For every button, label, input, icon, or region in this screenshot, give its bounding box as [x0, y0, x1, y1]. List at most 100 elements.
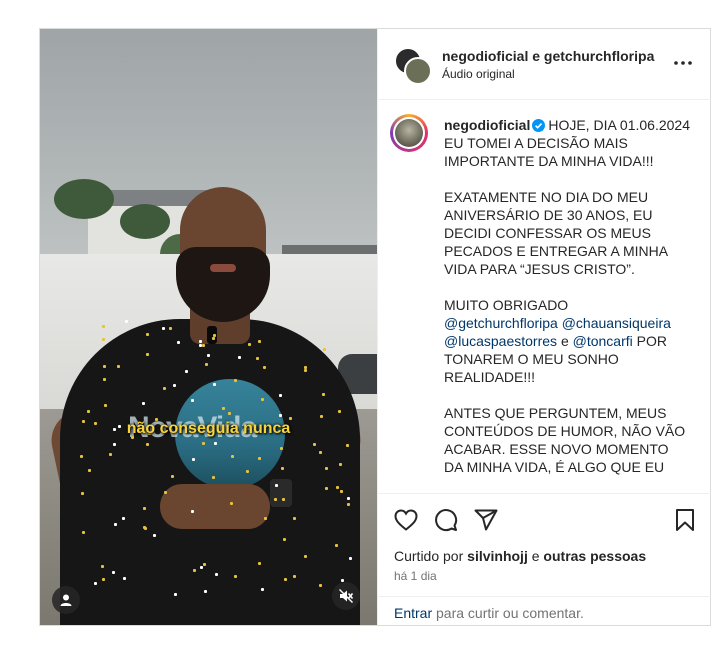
- video-person-mouth: [210, 264, 236, 272]
- heart-icon: [394, 509, 418, 531]
- confetti-speck: [321, 393, 325, 397]
- confetti-speck: [173, 383, 177, 387]
- confetti-speck: [121, 516, 125, 520]
- confetti-speck: [173, 592, 177, 596]
- confetti-speck: [238, 355, 242, 359]
- confetti-speck: [339, 489, 343, 493]
- confetti-speck: [280, 446, 284, 450]
- confetti-speck: [192, 569, 196, 573]
- confetti-speck: [233, 574, 237, 578]
- confetti-speck: [336, 485, 340, 489]
- mute-icon: [339, 589, 354, 603]
- confetti-speck: [245, 470, 249, 474]
- confetti-speck: [101, 565, 105, 569]
- confetti-speck: [281, 498, 285, 502]
- comment-button[interactable]: [432, 506, 460, 534]
- confetti-speck: [201, 344, 205, 348]
- confetti-speck: [257, 340, 261, 344]
- confetti-speck: [142, 526, 146, 530]
- confetti-speck: [199, 566, 203, 570]
- audio-label[interactable]: Áudio original: [442, 67, 515, 81]
- confetti-speck: [261, 588, 265, 592]
- video-player[interactable]: NovaVida não conseguia nunca: [40, 29, 377, 625]
- mention-link[interactable]: @lucaspaestorres: [444, 333, 557, 349]
- collab-avatars[interactable]: [394, 47, 432, 85]
- mention-link[interactable]: @getchurchfloripa: [444, 315, 558, 331]
- confetti-speck: [346, 443, 350, 447]
- confetti-speck: [86, 409, 90, 413]
- like-button[interactable]: [392, 506, 420, 534]
- post-authors[interactable]: negodioficial e getchurchfloripa: [442, 48, 654, 64]
- mention-link[interactable]: @toncarfi: [573, 333, 633, 349]
- confetti-speck: [93, 581, 97, 585]
- confetti-speck: [347, 496, 351, 500]
- comment-icon: [435, 509, 458, 532]
- confetti-speck: [283, 577, 287, 581]
- mention-link[interactable]: @chauansiqueira: [562, 315, 671, 331]
- post-side-panel: negodioficial e getchurchfloripa Áudio o…: [377, 29, 711, 625]
- verified-badge-icon: [532, 119, 546, 132]
- liked-and: e: [531, 548, 540, 564]
- login-link[interactable]: Entrar: [394, 605, 432, 621]
- confetti-speck: [142, 401, 146, 405]
- confetti-speck: [102, 324, 106, 328]
- confetti-speck: [214, 572, 218, 576]
- confetti-speck: [123, 576, 126, 580]
- share-button[interactable]: [472, 506, 500, 534]
- confetti-speck: [116, 365, 120, 369]
- confetti-speck: [227, 411, 231, 415]
- confetti-speck: [190, 398, 194, 402]
- confetti-speck: [170, 474, 174, 478]
- more-options-button[interactable]: [671, 51, 695, 75]
- user-icon: [60, 594, 72, 606]
- post-actions: Curtido por silvinhojj e outras pessoas …: [378, 493, 711, 626]
- confetti-speck: [273, 497, 277, 501]
- post-card: NovaVida não conseguia nunca negodiofici…: [39, 28, 711, 626]
- comment-login-row: Entrar para curtir ou comentar.: [378, 596, 711, 627]
- caption-and: e: [560, 333, 569, 349]
- likes-summary: Curtido por silvinhojj e outras pessoas: [394, 548, 646, 564]
- confetti-speck: [145, 333, 149, 337]
- confetti-speck: [201, 442, 205, 445]
- liked-others[interactable]: outras pessoas: [543, 548, 646, 564]
- confetti-speck: [169, 326, 173, 330]
- confetti-speck: [348, 556, 352, 560]
- author-avatar[interactable]: [390, 114, 428, 152]
- confetti-speck: [318, 450, 322, 454]
- caption-p2: EXATAMENTE NO DIA DO MEU ANIVERSÁRIO DE …: [444, 189, 672, 277]
- confetti-speck: [280, 466, 284, 470]
- confetti-speck: [103, 377, 107, 381]
- smartwatch: [270, 479, 292, 507]
- confetti-speck: [213, 441, 217, 445]
- confetti-speck: [163, 491, 167, 495]
- mute-button[interactable]: [332, 582, 360, 610]
- liked-user[interactable]: silvinhojj: [467, 548, 528, 564]
- confetti-speck: [313, 442, 317, 446]
- confetti-speck: [279, 393, 283, 397]
- confetti-speck: [204, 362, 208, 366]
- avatar-image: [395, 119, 423, 147]
- save-button[interactable]: [671, 506, 699, 534]
- caption-p3-intro: MUITO OBRIGADO: [444, 297, 569, 313]
- confetti-speck: [258, 456, 262, 460]
- caption-username[interactable]: negodioficial: [444, 117, 530, 133]
- caption-area: negodioficial HOJE, DIA 01.06.2024 EU TOM…: [378, 100, 711, 493]
- confetti-speck: [101, 578, 105, 582]
- confetti-speck: [261, 397, 265, 401]
- post-timestamp[interactable]: há 1 dia: [394, 569, 437, 583]
- liked-prefix: Curtido por: [394, 548, 464, 564]
- confetti-speck: [335, 543, 339, 547]
- confetti-speck: [102, 364, 106, 368]
- video-palm: [54, 179, 114, 219]
- confetti-speck: [264, 517, 268, 521]
- post-caption: negodioficial HOJE, DIA 01.06.2024 EU TOM…: [444, 116, 690, 476]
- confetti-speck: [198, 340, 202, 344]
- confetti-speck: [191, 509, 195, 513]
- video-subtitle: não conseguia nunca: [126, 420, 291, 437]
- confetti-speck: [233, 379, 237, 383]
- avatar: [404, 57, 432, 85]
- confetti-speck: [324, 466, 328, 470]
- tagged-users-button[interactable]: [52, 586, 80, 614]
- confetti-speck: [125, 319, 129, 323]
- comment-hint: para curtir ou comentar.: [436, 605, 584, 621]
